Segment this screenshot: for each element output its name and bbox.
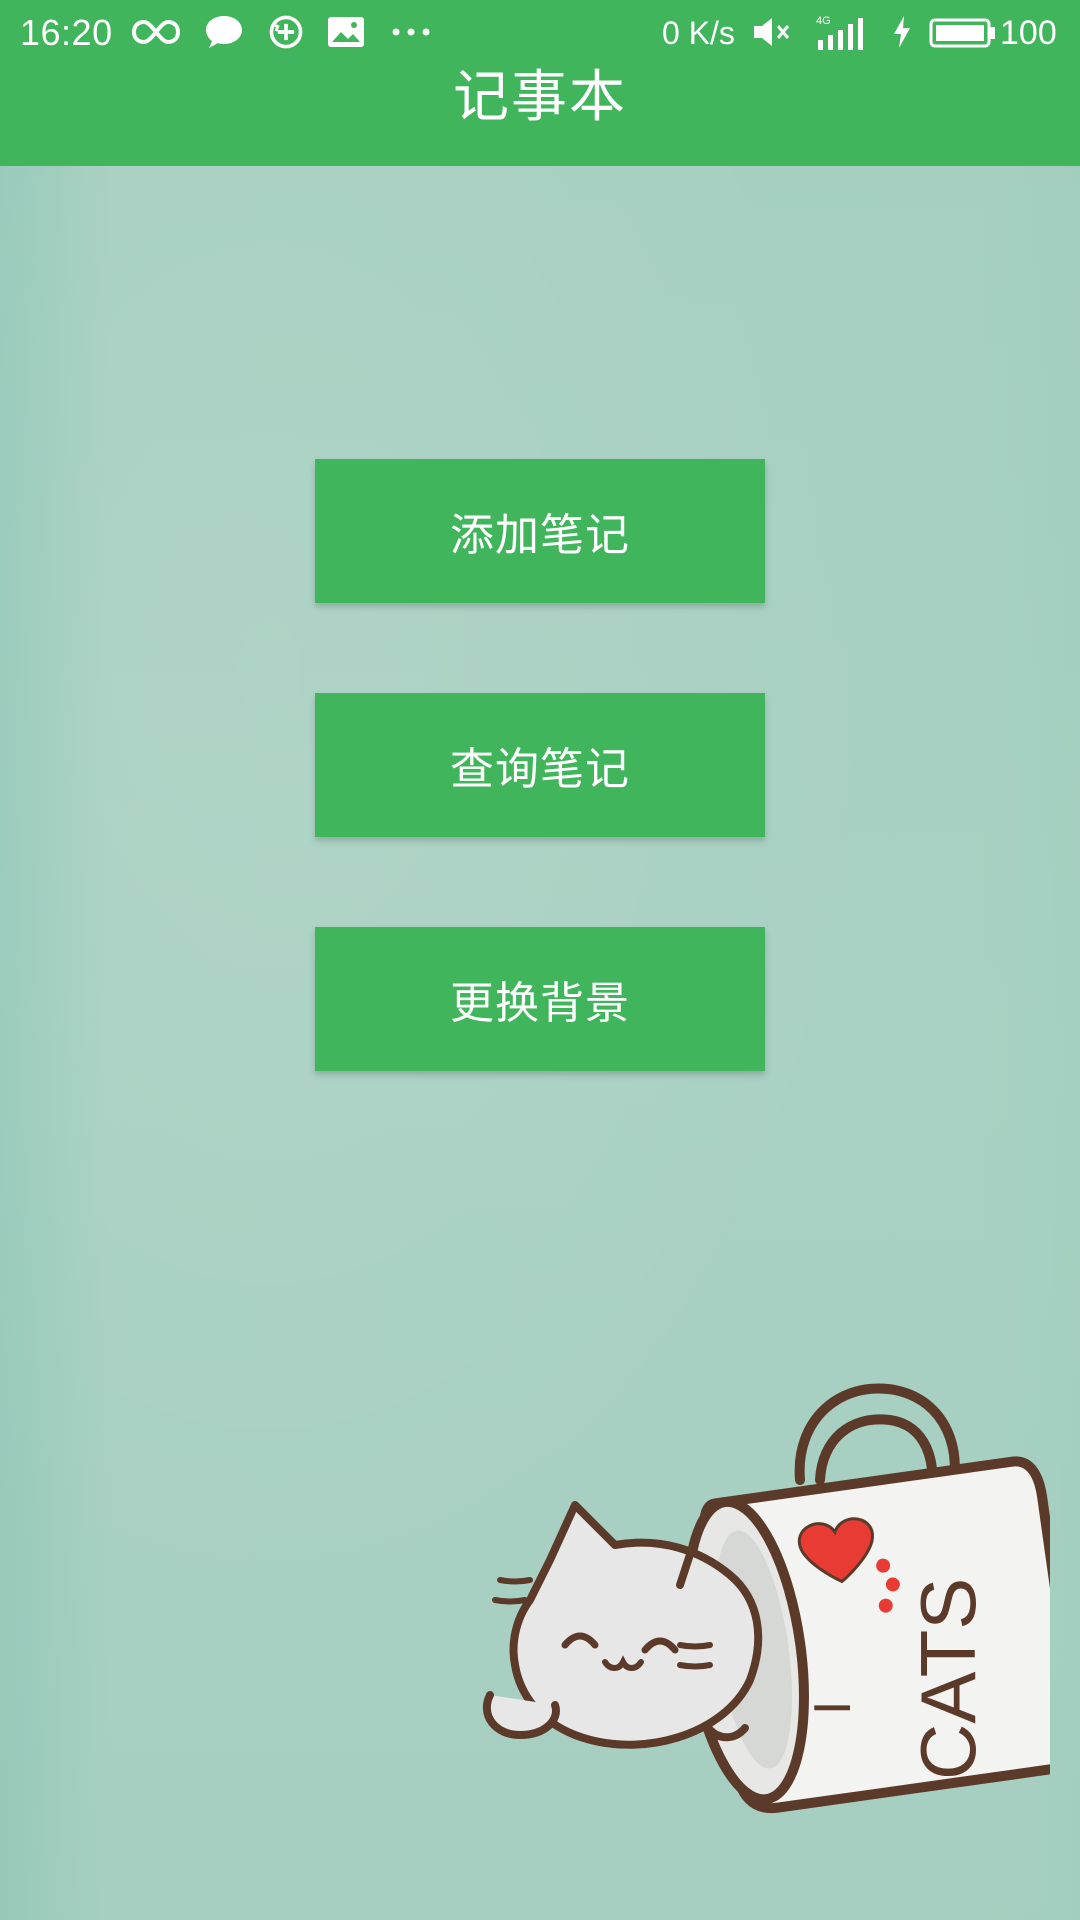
- battery-icon: [929, 18, 995, 48]
- network-type: 4G: [816, 15, 831, 27]
- more-dots-icon: [392, 28, 430, 36]
- chat-bubble-icon: [206, 16, 242, 48]
- change-background-button[interactable]: 更换背景: [315, 927, 765, 1071]
- change-background-label: 更换背景: [450, 979, 630, 1028]
- query-note-button[interactable]: 查询笔记: [315, 693, 765, 837]
- query-note-label: 查询笔记: [450, 745, 630, 794]
- app-bar: 16:20 0 K/s 4G 100 记事本: [0, 0, 1080, 166]
- mug-text-cats: CATS: [904, 1578, 992, 1780]
- mute-icon: [754, 18, 790, 46]
- battery-level: 100: [1000, 14, 1057, 52]
- add-note-button[interactable]: 添加笔记: [315, 459, 765, 603]
- charging-icon: [894, 16, 910, 48]
- infinity-icon: [131, 19, 181, 45]
- sync-plus-icon: [269, 15, 303, 49]
- status-time: 16:20: [20, 12, 113, 53]
- cat-mug-illustration: I CATS: [482, 1383, 1050, 1814]
- mug-text-i: I: [804, 1701, 862, 1715]
- net-speed: 0 K/s: [662, 15, 735, 51]
- page-title: 记事本: [453, 65, 627, 130]
- signal-icon: 4G: [816, 15, 863, 50]
- add-note-label: 添加笔记: [450, 511, 630, 560]
- image-icon: [328, 17, 364, 47]
